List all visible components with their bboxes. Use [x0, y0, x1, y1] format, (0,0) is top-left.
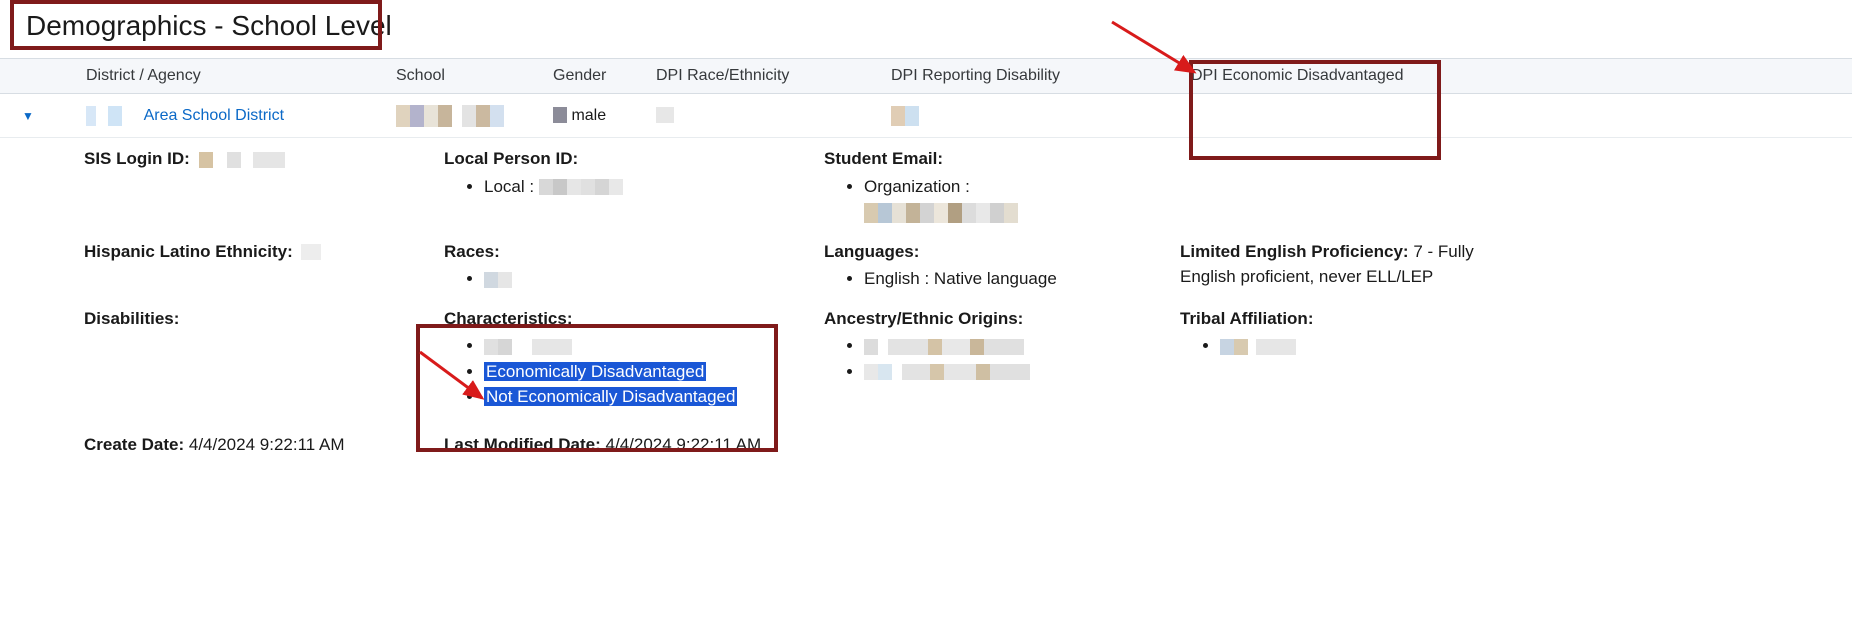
char-2-highlight: Economically Disadvantaged: [484, 362, 706, 381]
column-header-school[interactable]: School: [396, 67, 553, 85]
redacted-district-code: [86, 106, 122, 126]
local-person-item: Local :: [484, 174, 824, 200]
redacted-ancestry-2: [864, 364, 1030, 380]
ancestry-item-2: [864, 359, 1180, 385]
detail-last-mod: Last Modified Date: 4/4/2024 9:22:11 AM: [444, 432, 824, 458]
demographics-table-header: District / Agency School Gender DPI Race…: [0, 58, 1852, 94]
page-title: Demographics - School Level: [10, 4, 408, 48]
detail-characteristics: Characteristics: Economically Disadvanta…: [444, 306, 824, 410]
create-date-label: Create Date:: [84, 435, 189, 454]
detail-hispanic: Hispanic Latino Ethnicity:: [84, 239, 444, 265]
column-header-gender[interactable]: Gender: [553, 67, 656, 85]
characteristics-item-2: Economically Disadvantaged: [484, 359, 824, 385]
table-row: ▼ Area School District male: [0, 94, 1852, 138]
redacted-disability: [891, 106, 919, 126]
cell-school: [396, 105, 553, 127]
lep-label: Limited English Proficiency:: [1180, 242, 1413, 261]
last-mod-value: 4/4/2024 9:22:11 AM: [606, 435, 762, 454]
hispanic-label: Hispanic Latino Ethnicity:: [84, 242, 293, 261]
student-email-label: Student Email:: [824, 149, 943, 168]
detail-disabilities: Disabilities:: [84, 306, 444, 332]
redacted-sis-login: [199, 152, 285, 168]
redacted-gender-icon: [553, 107, 567, 123]
student-email-item: Organization :: [864, 174, 1180, 225]
races-item: [484, 266, 824, 292]
detail-lep: Limited English Proficiency: 7 - Fully E…: [1180, 239, 1510, 290]
tribal-label: Tribal Affiliation:: [1180, 309, 1313, 328]
redacted-hispanic: [301, 244, 321, 260]
redacted-tribal: [1220, 339, 1296, 355]
cell-district: Area School District: [56, 106, 396, 126]
last-mod-label: Last Modified Date:: [444, 435, 606, 454]
redacted-char-1: [484, 339, 572, 355]
disabilities-label: Disabilities:: [84, 309, 179, 328]
characteristics-item-1: [484, 333, 824, 359]
languages-label: Languages:: [824, 242, 919, 261]
district-link[interactable]: Area School District: [144, 107, 285, 124]
redacted-email: [864, 203, 1018, 223]
redacted-race-item: [484, 272, 512, 288]
detail-tribal: Tribal Affiliation:: [1180, 306, 1510, 359]
characteristics-item-3: Not Economically Disadvantaged: [484, 384, 824, 410]
column-header-race[interactable]: DPI Race/Ethnicity: [656, 67, 891, 85]
detail-races: Races:: [444, 239, 824, 292]
detail-local-person: Local Person ID: Local :: [444, 146, 824, 199]
languages-item: English : Native language: [864, 266, 1180, 292]
cell-race: [656, 107, 891, 125]
column-header-econ[interactable]: DPI Economic Disadvantaged: [1191, 67, 1436, 85]
local-person-item-prefix: Local :: [484, 177, 539, 196]
column-header-district[interactable]: District / Agency: [56, 67, 396, 85]
detail-sis-login: SIS Login ID:: [84, 146, 444, 172]
detail-ancestry: Ancestry/Ethnic Origins:: [824, 306, 1180, 385]
column-header-disability[interactable]: DPI Reporting Disability: [891, 67, 1191, 85]
gender-value: male: [571, 107, 606, 124]
create-date-value: 4/4/2024 9:22:11 AM: [189, 435, 345, 454]
redacted-local-person-id: [539, 179, 623, 195]
races-label: Races:: [444, 242, 500, 261]
characteristics-label: Characteristics:: [444, 309, 573, 328]
detail-languages: Languages: English : Native language: [824, 239, 1180, 292]
row-expand-toggle[interactable]: ▼: [22, 109, 34, 123]
detail-panel: SIS Login ID: Local Person ID: Local : S…: [0, 138, 1852, 465]
redacted-race: [656, 107, 674, 123]
char-3-highlight: Not Economically Disadvantaged: [484, 387, 737, 406]
cell-disability: [891, 106, 1191, 126]
detail-student-email: Student Email: Organization :: [824, 146, 1180, 225]
redacted-ancestry-1: [864, 339, 1024, 355]
ancestry-label: Ancestry/Ethnic Origins:: [824, 309, 1023, 328]
ancestry-item-1: [864, 333, 1180, 359]
redacted-school: [396, 105, 504, 127]
sis-login-label: SIS Login ID:: [84, 149, 190, 168]
local-person-label: Local Person ID:: [444, 149, 578, 168]
cell-gender: male: [553, 107, 656, 125]
student-email-item-prefix: Organization :: [864, 177, 970, 196]
tribal-item: [1220, 333, 1510, 359]
detail-create-date: Create Date: 4/4/2024 9:22:11 AM: [84, 432, 444, 458]
